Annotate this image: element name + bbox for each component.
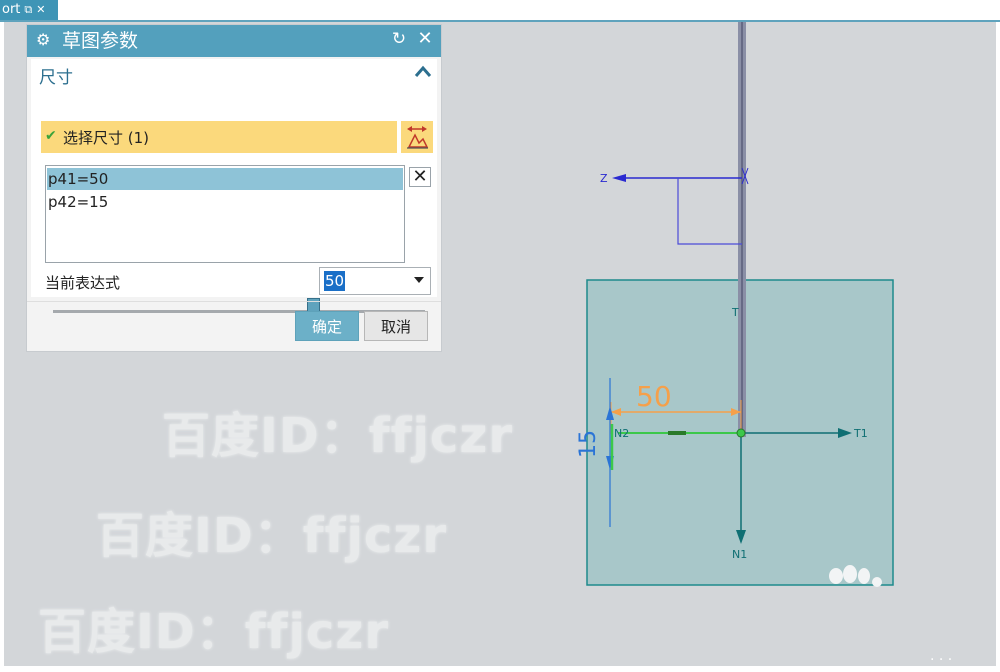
check-icon: ✔ [45, 128, 57, 144]
current-expression-label: 当前表达式 [45, 274, 121, 292]
more-dots: · · · [930, 652, 953, 666]
chevron-down-icon[interactable] [414, 277, 424, 283]
z-frame [677, 178, 742, 245]
dialog-titlebar[interactable]: ⚙ 草图参数 ↻ ✕ [27, 25, 441, 57]
n1-axis-label: N1 [732, 548, 747, 561]
watermark: 百度ID：ffjczr [38, 604, 389, 660]
sketch-parameters-dialog: ⚙ 草图参数 ↻ ✕ 尺寸 ✔ 选择尺寸 (1) p41=50 p42=15 ✕ [26, 24, 442, 352]
gear-icon: ⚙ [36, 30, 51, 49]
remove-item-button[interactable]: ✕ [409, 167, 431, 187]
view-tabstrip: ort ⧉ ✕ [0, 0, 1000, 22]
dimension-15-label: 15 [576, 430, 601, 458]
expression-value[interactable]: 50 [324, 271, 346, 291]
z-axis-label: Z [600, 172, 608, 185]
n2-axis-label: N2 [614, 427, 629, 440]
z-axis-arrowhead [612, 174, 626, 182]
dimension-50-label: 50 [636, 380, 672, 413]
reset-icon[interactable]: ↻ [389, 29, 409, 49]
t-axis-label: T [731, 306, 739, 319]
watermark: 百度ID：ffjczr [162, 408, 513, 464]
list-item[interactable]: p41=50 [47, 168, 403, 190]
divider [27, 301, 441, 302]
viewport-tab-label: ort [2, 2, 21, 17]
ok-button[interactable]: 确定 [295, 311, 359, 341]
select-dimension-label: 选择尺寸 (1) [63, 129, 150, 147]
dimension-select-icon [407, 126, 429, 149]
watermark: 百度ID：ffjczr [96, 508, 447, 564]
select-dimension-button[interactable] [401, 121, 433, 153]
dimensions-group: 尺寸 ✔ 选择尺寸 (1) p41=50 p42=15 ✕ 当前表达式 50 [31, 59, 437, 322]
undock-icon[interactable]: ⧉ [24, 3, 32, 16]
close-icon[interactable]: ✕ [415, 28, 435, 49]
group-header: 尺寸 [39, 68, 73, 88]
cancel-button[interactable]: 取消 [364, 311, 428, 341]
tab-close-icon[interactable]: ✕ [36, 3, 45, 16]
dimension-list[interactable]: p41=50 p42=15 [45, 165, 405, 263]
expression-value-combo[interactable]: 50 [319, 267, 431, 295]
t1-axis-label: T1 [853, 427, 868, 440]
list-item[interactable]: p42=15 [47, 191, 403, 213]
viewport-tab[interactable]: ort ⧉ ✕ [0, 0, 58, 20]
chevron-up-icon[interactable] [413, 61, 433, 83]
dialog-title: 草图参数 [62, 30, 139, 52]
select-dimension-row[interactable]: ✔ 选择尺寸 (1) [41, 121, 397, 153]
origin-point [736, 428, 746, 438]
